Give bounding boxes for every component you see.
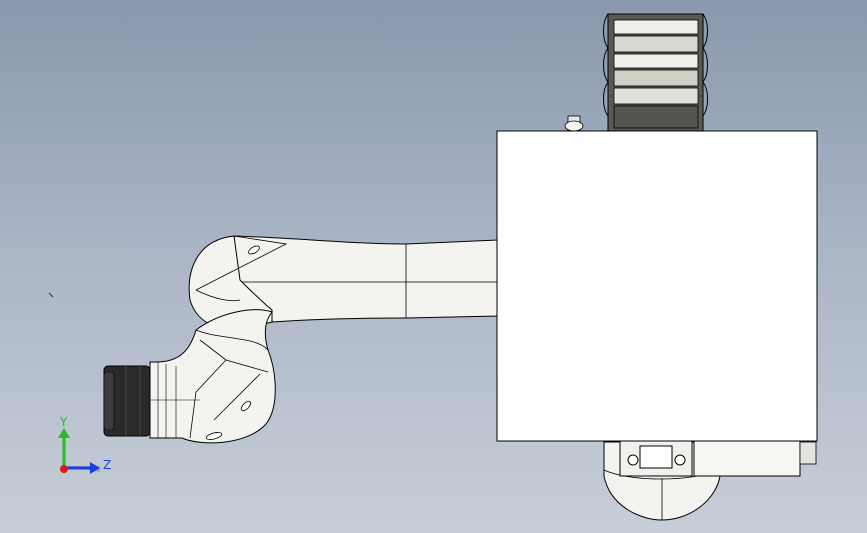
robot-upper-arm[interactable]: [233, 235, 499, 323]
y-axis-label: Y: [59, 415, 68, 429]
robot-base[interactable]: [603, 439, 817, 521]
stray-mark: [48, 292, 54, 298]
robot-forearm[interactable]: [149, 309, 276, 444]
x-axis-dot-icon: [60, 465, 68, 473]
bolt-fitting[interactable]: [564, 115, 584, 133]
z-axis-label: Z: [103, 458, 111, 472]
cable-drag-chain[interactable]: [603, 13, 708, 133]
coordinate-triad: Y Z: [58, 415, 111, 474]
end-effector-flange[interactable]: [103, 365, 151, 437]
y-axis-arrow-icon: [58, 428, 70, 438]
3d-viewport[interactable]: Y Z: [0, 0, 867, 533]
z-axis-arrow-icon: [90, 462, 100, 474]
cad-model-scene[interactable]: Y Z: [0, 0, 867, 533]
controller-box[interactable]: [496, 130, 818, 442]
